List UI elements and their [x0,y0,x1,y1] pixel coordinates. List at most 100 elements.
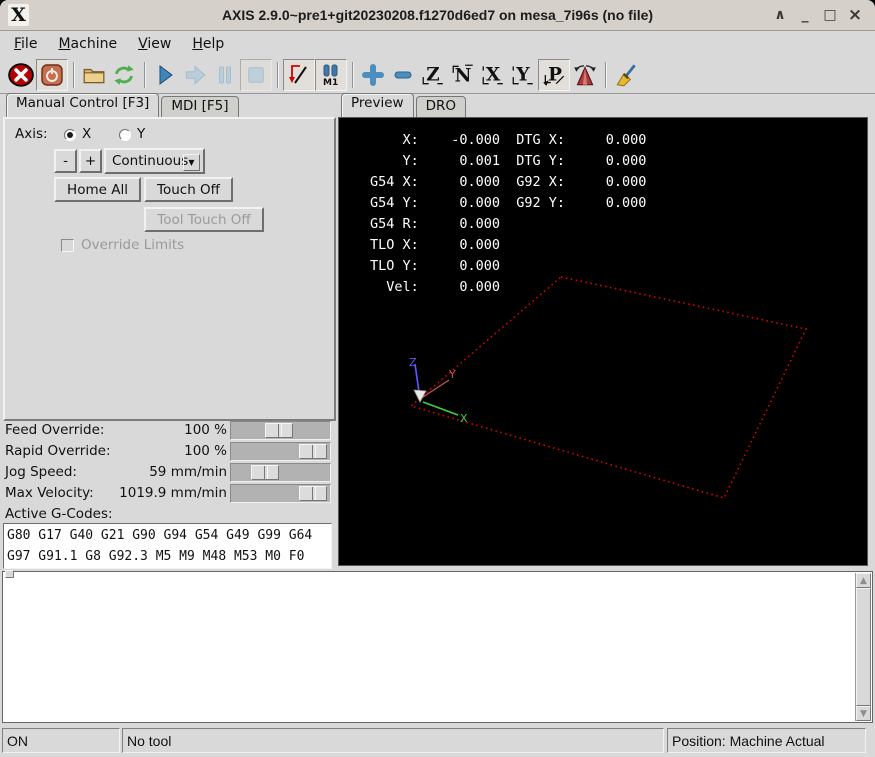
stop-button[interactable] [240,59,272,91]
dro-line: G54 Y: 0.000 G92 Y: 0.000 [370,195,647,211]
estop-icon [8,63,34,87]
shade-button[interactable]: ∧ [772,5,788,25]
scroll-down-arrow-icon[interactable]: ▼ [856,706,871,721]
dro-line: Vel: 0.000 [370,279,501,295]
axis-y-label[interactable]: Y [137,126,145,142]
override-limits-checkbox [61,239,74,252]
jog-mode-select[interactable]: Continuous ▼ [104,148,205,174]
axis-x-label[interactable]: X [82,126,91,142]
view-z-button[interactable]: Z [418,60,448,90]
step-button[interactable] [180,60,210,90]
window-controls: ∧ _ □ × [772,0,863,30]
axis-label: Axis: [15,126,48,142]
titlebar: X AXIS 2.9.0~pre1+git20230208.f1270d6ed7… [0,0,875,31]
pause-button[interactable] [210,60,240,90]
tab-mdi[interactable]: MDI [F5] [161,96,239,117]
zoom-out-icon [394,71,412,79]
menu-machine[interactable]: Machine [56,35,119,53]
gcode-listing-area[interactable]: ▲ ▼ [2,571,873,723]
machine-limit-boundary [409,276,808,499]
pause-icon [219,66,231,84]
tool-touch-off-button: Tool Touch Off [144,207,264,232]
jog-speed-label: Jog Speed: [5,464,77,480]
machine-power-button[interactable] [36,59,68,91]
scroll-up-arrow-icon[interactable]: ▲ [856,573,871,588]
view-z-rotated-button[interactable]: N [448,60,478,90]
dro-line: X: -0.000 DTG X: 0.000 [370,132,647,148]
view-x-icon: X [482,64,503,85]
toggle-optional-pause-button[interactable]: M1 [315,59,347,91]
zoom-in-button[interactable] [358,60,388,90]
pane-sash-handle[interactable] [5,570,14,578]
jog-mode-value: Continuous [112,153,189,169]
jog-minus-button[interactable]: - [54,149,77,173]
toolbar-separator [277,62,278,88]
stop-icon [248,67,264,83]
close-button[interactable]: × [847,5,863,25]
toolbar-separator [73,62,74,88]
vertical-scrollbar[interactable]: ▲ ▼ [855,573,871,721]
feed-override-slider[interactable] [230,421,331,440]
estop-button[interactable] [6,60,36,90]
touch-off-button[interactable]: Touch Off [144,177,233,202]
tab-preview[interactable]: Preview [341,93,414,117]
toolbar-separator [352,62,353,88]
view-y-icon: Y [512,64,533,85]
view-y-button[interactable]: Y [508,60,538,90]
open-file-button[interactable] [79,60,109,90]
home-all-button[interactable]: Home All [54,177,141,202]
view-x-button[interactable]: X [478,60,508,90]
scrollbar-thumb[interactable] [856,588,871,706]
toolbar: M1 Z N X Y P [0,57,875,94]
toolbar-separator [144,62,145,88]
view-p-button[interactable]: P [538,59,570,91]
dro-line: Y: 0.001 DTG Y: 0.000 [370,153,647,169]
jog-plus-button[interactable]: + [79,149,102,173]
tab-dro[interactable]: DRO [415,96,466,117]
manual-control-panel: Axis: X Y - + Continuous ▼ Home All Touc… [3,117,336,421]
clear-plot-button[interactable] [611,60,641,90]
tab-manual-control[interactable]: Manual Control [F3] [6,93,160,117]
menu-help[interactable]: Help [190,35,226,53]
zoom-out-button[interactable] [388,60,418,90]
svg-text:N: N [455,66,472,87]
rapid-override-slider[interactable] [230,442,331,461]
menu-view[interactable]: View [136,35,173,53]
menubar: File Machine View Help [0,31,875,56]
view-p-icon: P [543,64,565,86]
run-button[interactable] [150,60,180,90]
rapid-override-label: Rapid Override: [5,443,111,459]
toggle-skip-lines-button[interactable] [283,59,315,91]
rotate-view-button[interactable] [570,60,600,90]
axis-x-radio[interactable] [64,129,76,141]
minimize-button[interactable]: _ [797,5,813,25]
max-velocity-label: Max Velocity: [5,485,94,501]
jog-speed-value: 59 mm/min [149,464,227,480]
feed-override-label: Feed Override: [5,422,105,438]
dro-readout: X: -0.000 DTG X: 0.000 Y: 0.001 DTG Y: 0… [370,130,646,298]
gcode-line: G97 G91.1 G8 G92.3 M5 M9 M48 M53 M0 F0 [7,549,305,564]
view-z-icon: Z [422,64,443,85]
x-axis-label: X [460,412,468,425]
dro-line: G54 X: 0.000 G92 X: 0.000 [370,174,647,190]
view-z-rotated-icon: N [452,64,473,87]
toolbar-separator [605,62,606,88]
preview-canvas[interactable]: Z Y X X: -0.000 DTG X: 0.000 Y: 0.001 DT… [338,117,868,566]
menu-file[interactable]: File [12,35,39,53]
maximize-button[interactable]: □ [822,5,838,25]
gcode-line: G80 G17 G40 G21 G90 G94 G54 G49 G99 G64 [7,528,313,543]
status-position-mode: Position: Machine Actual [667,728,866,753]
left-notebook-tabs: Manual Control [F3] MDI [F5] [6,93,241,117]
dro-line: TLO X: 0.000 [370,237,501,253]
reload-icon [114,65,134,85]
axis-y-radio[interactable] [119,129,131,141]
active-gcodes-box: G80 G17 G40 G21 G90 G94 G54 G49 G99 G64 G… [3,523,332,569]
rotate-view-icon [574,65,596,86]
y-axis-label: Y [448,368,456,381]
jog-speed-slider[interactable] [230,463,331,482]
max-velocity-slider[interactable] [230,484,331,503]
reload-button[interactable] [109,60,139,90]
feed-override-value: 100 % [184,422,227,438]
override-limits-label: Override Limits [81,237,185,253]
right-notebook-tabs: Preview DRO [341,93,468,117]
